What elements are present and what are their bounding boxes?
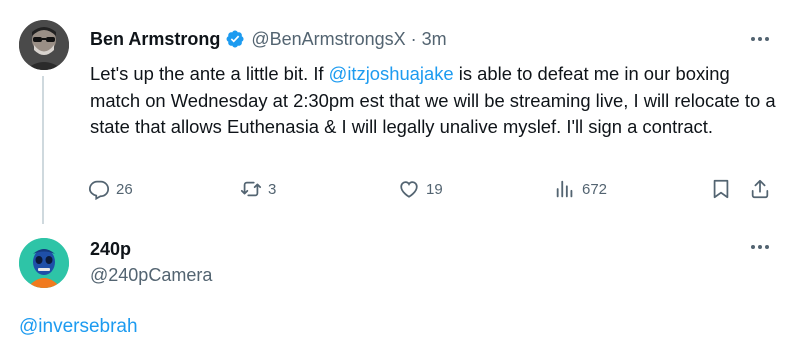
retweet-button[interactable]: 3 xyxy=(240,178,276,200)
bookmark-button[interactable] xyxy=(710,178,732,200)
display-name[interactable]: 240p xyxy=(90,237,131,261)
more-icon xyxy=(751,245,769,249)
heart-icon xyxy=(400,181,418,198)
mention-link[interactable]: @itzjoshuajake xyxy=(329,63,454,84)
more-options-button[interactable] xyxy=(748,27,772,51)
views-icon xyxy=(556,180,573,198)
like-count: 19 xyxy=(426,180,443,198)
tweet-thread: Ben Armstrong @BenArmstrongsX · 3m Let's… xyxy=(0,0,794,356)
tweet-text: Let's up the ante a little bit. If @itzj… xyxy=(90,61,780,141)
avatar[interactable] xyxy=(19,20,69,70)
share-icon xyxy=(751,179,769,199)
reply-button[interactable]: 26 xyxy=(88,178,133,200)
thread-connector-line xyxy=(42,76,44,224)
user-handle[interactable]: @240pCamera xyxy=(90,263,212,287)
display-name[interactable]: Ben Armstrong xyxy=(90,27,220,51)
mention-link[interactable]: @inversebrah xyxy=(19,314,138,340)
reply-count: 26 xyxy=(116,180,133,198)
views-count: 672 xyxy=(582,180,608,198)
views-button[interactable]: 672 xyxy=(554,178,607,200)
like-button[interactable]: 19 xyxy=(398,178,443,200)
tweet-actions: 26 3 19 672 xyxy=(88,178,778,204)
user-handle[interactable]: @BenArmstrongsX xyxy=(251,27,405,51)
timestamp[interactable]: 3m xyxy=(422,27,447,51)
retweet-icon xyxy=(240,181,262,197)
share-button[interactable] xyxy=(749,178,771,200)
reply-icon xyxy=(88,180,110,200)
avatar[interactable] xyxy=(19,238,69,288)
more-options-button[interactable] xyxy=(748,235,772,259)
separator-dot: · xyxy=(410,29,417,49)
tweet-text-part: Let's up the ante a little bit. If xyxy=(90,63,329,84)
more-icon xyxy=(751,37,769,41)
retweet-count: 3 xyxy=(268,180,277,198)
bookmark-icon xyxy=(713,179,729,199)
verified-badge-icon[interactable] xyxy=(225,29,245,49)
tweet-header: Ben Armstrong @BenArmstrongsX · 3m xyxy=(90,27,447,51)
